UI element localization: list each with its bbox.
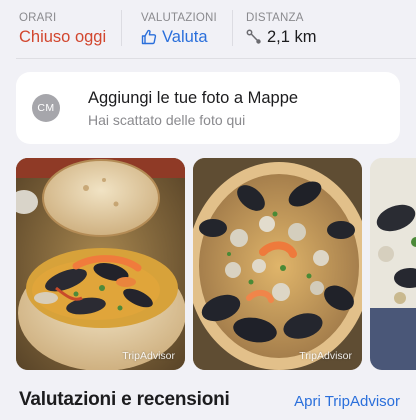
route-icon (246, 29, 262, 45)
rate-label: Valuta (162, 28, 208, 46)
ratings-label: VALUTAZIONI (141, 12, 217, 24)
open-tripadvisor-link[interactable]: Apri TripAdvisor (294, 392, 400, 412)
hours-column[interactable]: ORARI Chiuso oggi (0, 0, 121, 56)
reviews-header: Valutazioni e recensioni Apri TripAdviso… (0, 388, 416, 420)
reviews-title: Valutazioni e recensioni (19, 389, 230, 410)
info-strip: ORARI Chiuso oggi VALUTAZIONI Valuta DIS… (0, 0, 416, 56)
photo-credit: TripAdvisor (299, 350, 352, 362)
add-photos-text: Aggiungi le tue foto a Mappe Hai scattat… (88, 88, 298, 129)
photo-1[interactable]: TripAdvisor (16, 158, 185, 370)
add-photos-subtitle: Hai scattato delle foto qui (88, 111, 246, 128)
distance-value: 2,1 km (246, 27, 416, 47)
rate-button[interactable]: Valuta (141, 27, 232, 47)
add-photos-title: Aggiungi le tue foto a Mappe (88, 88, 299, 107)
photo-credit: TripAdvisor (122, 350, 175, 362)
add-photos-card[interactable]: CM Aggiungi le tue foto a Mappe Hai scat… (16, 72, 400, 144)
photo-carousel[interactable]: TripAdvisor TripAdvisor (16, 158, 416, 370)
hours-label: ORARI (19, 12, 57, 24)
thumbs-up-icon (141, 29, 157, 45)
distance-text: 2,1 km (267, 28, 317, 46)
hours-value: Chiuso oggi (19, 27, 121, 47)
hours-status: Chiuso oggi (19, 28, 107, 46)
ratings-column[interactable]: VALUTAZIONI Valuta (121, 0, 232, 56)
place-card-screen: ORARI Chiuso oggi VALUTAZIONI Valuta DIS… (0, 0, 416, 420)
photo-2[interactable]: TripAdvisor (193, 158, 362, 370)
divider (16, 58, 416, 59)
photo-3[interactable] (370, 158, 416, 370)
distance-label: DISTANZA (246, 12, 304, 24)
avatar: CM (32, 94, 60, 122)
distance-column: DISTANZA 2,1 km (232, 0, 416, 56)
